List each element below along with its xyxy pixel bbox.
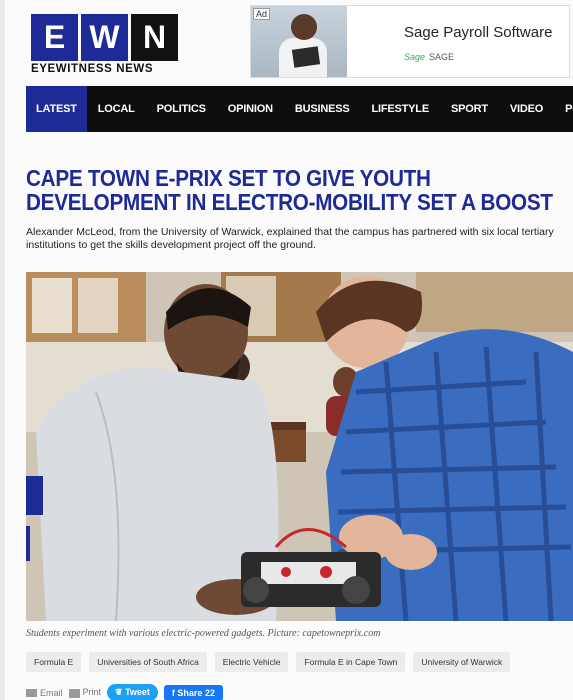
article-lede: Alexander McLeod, from the University of… xyxy=(26,226,554,251)
ad-tablet xyxy=(291,46,321,68)
nav-lifestyle[interactable]: LIFESTYLE xyxy=(360,86,439,132)
tag-list: Formula E Universities of South Africa E… xyxy=(26,652,511,672)
facebook-share-button[interactable]: f Share 22 xyxy=(163,684,223,700)
tag-formula-e[interactable]: Formula E xyxy=(26,652,82,672)
ad-title[interactable]: Sage Payroll Software xyxy=(404,24,552,41)
envelope-icon xyxy=(26,689,37,698)
print-label: Print xyxy=(82,687,102,698)
article-photo xyxy=(26,272,573,621)
printer-icon xyxy=(68,688,80,698)
ad-banner[interactable]: Ad Sage Payroll Software Sage SAGE xyxy=(250,5,570,78)
main-nav: LATEST LOCAL POLITICS OPINION BUSINESS L… xyxy=(26,86,573,132)
email-label: Email xyxy=(40,687,63,698)
article-headline: CAPE TOWN E-PRIX SET TO GIVE YOUTH DEVEL… xyxy=(26,165,553,215)
page: E W N EYEWITNESS NEWS Ad Sage Payroll So… xyxy=(5,0,573,700)
nav-latest[interactable]: LATEST xyxy=(26,86,87,132)
print-link[interactable]: Print xyxy=(68,687,102,698)
headline-line-1: CAPE TOWN E-PRIX SET TO GIVE YOUTH xyxy=(26,165,431,191)
tag-formula-e-cape-town[interactable]: Formula E in Cape Town xyxy=(296,652,406,672)
nav-sport[interactable]: SPORT xyxy=(440,86,499,132)
photo-illustration xyxy=(26,272,573,621)
nav-local[interactable]: LOCAL xyxy=(87,86,146,132)
share-bar: Email Print ❦ Tweet f Share 22 xyxy=(26,684,223,700)
logo-letter-n: N xyxy=(131,14,178,61)
slideshow-indicator xyxy=(26,526,30,561)
nav-politics[interactable]: POLITICS xyxy=(146,86,217,132)
slideshow-prev-tab[interactable] xyxy=(26,476,43,515)
tag-universities-sa[interactable]: Universities of South Africa xyxy=(89,652,207,672)
share-label: Share xyxy=(177,687,203,698)
tweet-button[interactable]: ❦ Tweet xyxy=(107,684,158,700)
nav-podcasts[interactable]: PODCASTS xyxy=(554,86,573,132)
logo-letter-w: W xyxy=(81,14,128,61)
logo-subtitle: EYEWITNESS NEWS xyxy=(31,63,154,75)
logo-letter-e: E xyxy=(31,14,78,61)
ad-label: Ad xyxy=(253,8,271,20)
ad-brand-name: SAGE xyxy=(429,52,455,62)
share-count: 22 xyxy=(204,687,215,698)
tweet-label: Tweet xyxy=(125,687,150,697)
photo-caption: Students experiment with various electri… xyxy=(26,628,381,639)
nav-video[interactable]: VIDEO xyxy=(499,86,554,132)
nav-business[interactable]: BUSINESS xyxy=(284,86,361,132)
ad-image[interactable]: Ad xyxy=(251,6,347,77)
nav-opinion[interactable]: OPINION xyxy=(217,86,284,132)
headline-line-2: DEVELOPMENT IN ELECTRO-MOBILITY SET A BO… xyxy=(26,189,553,215)
tag-university-warwick[interactable]: University of Warwick xyxy=(413,652,511,672)
logo-blocks: E W N xyxy=(31,14,178,61)
ad-person-head xyxy=(291,14,317,40)
ewn-logo[interactable]: E W N EYEWITNESS NEWS xyxy=(31,14,178,75)
email-link[interactable]: Email xyxy=(26,688,63,698)
sage-logo: Sage xyxy=(404,52,426,62)
ad-brand: Sage SAGE xyxy=(404,52,454,62)
twitter-bird-icon: ❦ xyxy=(115,687,126,697)
tag-electric-vehicle[interactable]: Electric Vehicle xyxy=(214,652,289,672)
